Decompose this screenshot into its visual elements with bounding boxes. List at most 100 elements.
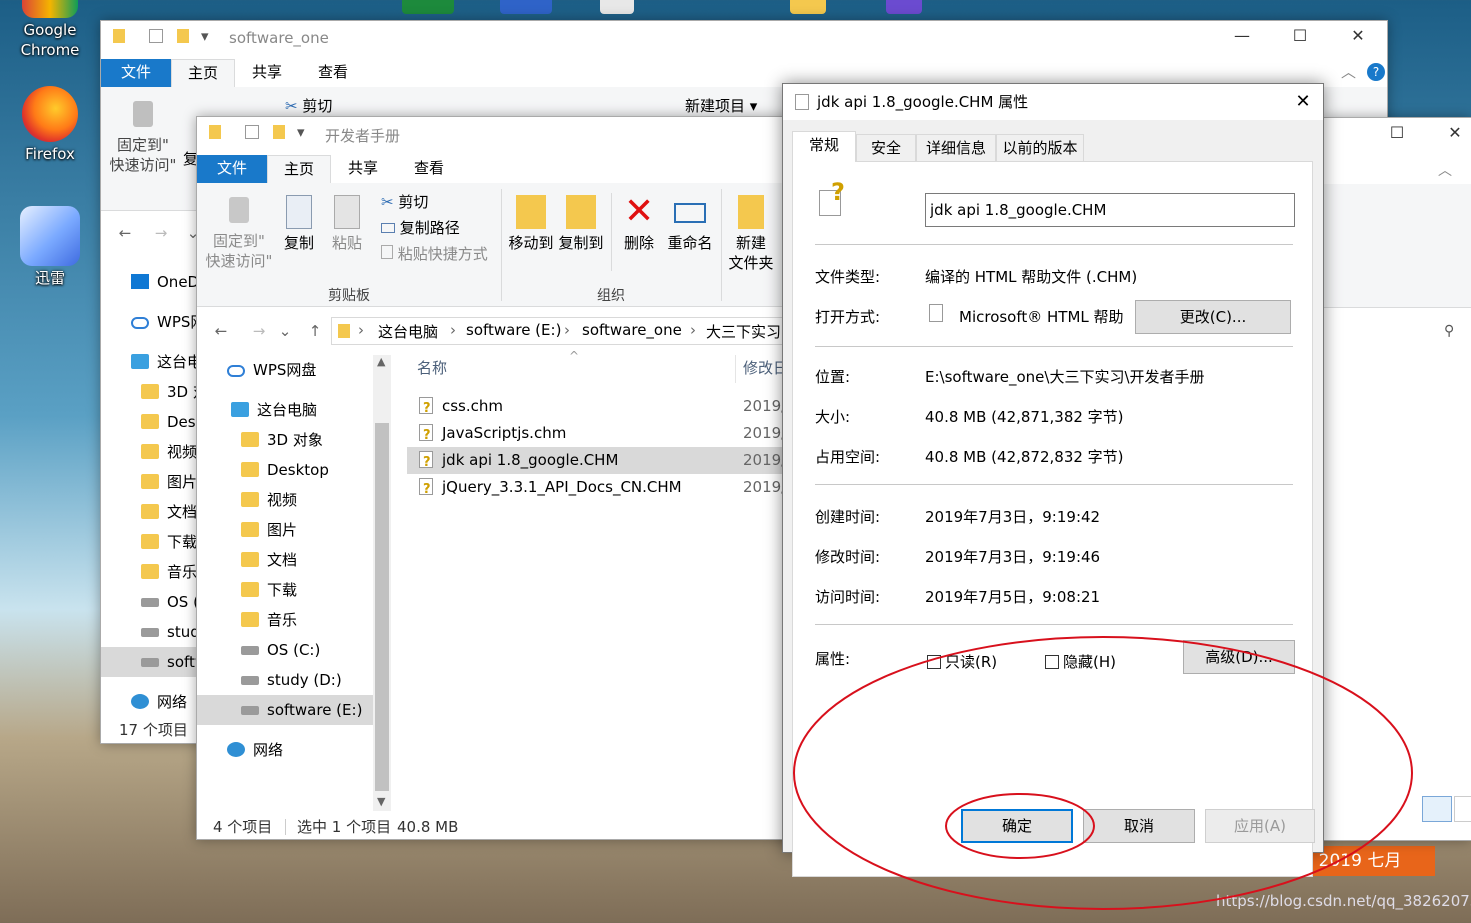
- desktop-icon-chrome[interactable]: Google Chrome: [6, 0, 94, 60]
- close-button[interactable]: ✕: [1432, 118, 1471, 150]
- up-arrow-icon[interactable]: ↑: [303, 317, 327, 345]
- maximize-button[interactable]: ☐: [1277, 21, 1323, 53]
- nav-item[interactable]: OS (C:): [241, 635, 320, 665]
- nav-item-selected[interactable]: softw: [101, 647, 207, 677]
- pin-quick-access-button[interactable]: 固定到" 快速访问": [201, 197, 277, 271]
- chevron-down-icon[interactable]: ▾: [297, 123, 305, 141]
- copy-path-button[interactable]: 复制路径: [381, 217, 460, 239]
- nav-item[interactable]: 视频: [241, 485, 297, 515]
- nav-item[interactable]: OneD: [131, 267, 199, 297]
- file-row[interactable]: css.chm 2019/: [407, 393, 796, 422]
- new-folder-icon[interactable]: [177, 29, 189, 43]
- breadcrumb-item[interactable]: 大三下实习: [706, 321, 781, 342]
- tab-view[interactable]: 查看: [301, 59, 365, 87]
- close-button[interactable]: ✕: [1335, 21, 1381, 53]
- nav-item[interactable]: 视频: [141, 437, 197, 467]
- properties-icon[interactable]: [245, 125, 259, 139]
- breadcrumb[interactable]: › 这台电脑 › software (E:) › software_one › …: [331, 317, 796, 345]
- nav-item[interactable]: 音乐: [141, 557, 197, 587]
- taskbar-app-icon[interactable]: [790, 0, 826, 14]
- tab-home[interactable]: 主页: [171, 59, 235, 87]
- nav-item[interactable]: stud: [141, 617, 200, 647]
- nav-item[interactable]: 下载: [241, 575, 297, 605]
- cut-button[interactable]: ✂ 剪切: [285, 95, 332, 117]
- scroll-thumb[interactable]: [375, 423, 389, 791]
- dialog-close-button[interactable]: ✕: [1281, 84, 1325, 120]
- nav-scrollbar[interactable]: ▲ ▼: [373, 355, 391, 811]
- copy-to-button[interactable]: 复制到: [557, 195, 605, 253]
- properties-icon[interactable]: [149, 29, 163, 43]
- help-icon[interactable]: ?: [1367, 63, 1385, 81]
- tab-home[interactable]: 主页: [267, 155, 331, 183]
- tab-file[interactable]: 文件: [197, 155, 267, 183]
- breadcrumb-item[interactable]: 这台电脑: [378, 321, 438, 342]
- details-view-button[interactable]: [1422, 796, 1452, 822]
- nav-item[interactable]: WPS网盘: [227, 355, 316, 385]
- tab-view[interactable]: 查看: [397, 155, 461, 183]
- paste-shortcut-button[interactable]: 粘贴快捷方式: [381, 243, 488, 265]
- nav-item[interactable]: 这台电脑: [231, 395, 317, 425]
- nav-item[interactable]: WPS网: [131, 307, 205, 337]
- nav-item[interactable]: 图片: [241, 515, 297, 545]
- search-icon[interactable]: ⚲: [1444, 323, 1454, 339]
- desktop-icon-xunlei[interactable]: 迅雷: [6, 206, 94, 288]
- taskbar-app-icon[interactable]: [886, 0, 922, 14]
- advanced-button[interactable]: 高级(D)...: [1183, 640, 1295, 674]
- readonly-checkbox[interactable]: 只读(R): [927, 651, 997, 672]
- column-header-name[interactable]: 名称: [417, 355, 447, 383]
- file-row[interactable]: JavaScriptjs.chm 2019/: [407, 420, 796, 449]
- tab-file[interactable]: 文件: [101, 59, 171, 87]
- scroll-up-icon[interactable]: ▲: [377, 355, 385, 368]
- collapse-ribbon-icon[interactable]: ︿: [1438, 160, 1452, 180]
- tab-security[interactable]: 安全: [856, 134, 916, 161]
- properties-dialog[interactable]: jdk api 1.8_google.CHM 属性 ✕ 常规 安全 详细信息 以…: [782, 83, 1325, 877]
- nav-item[interactable]: 网络: [131, 687, 187, 717]
- nav-item[interactable]: 音乐: [241, 605, 297, 635]
- back-arrow-icon[interactable]: ←: [209, 317, 233, 345]
- paste-button[interactable]: 粘贴: [327, 195, 367, 253]
- third-window-partial[interactable]: ☐ ✕ ︿ ⚲: [1323, 117, 1471, 841]
- large-icons-view-button[interactable]: [1454, 796, 1471, 822]
- checkbox-box[interactable]: [927, 655, 941, 669]
- tab-general[interactable]: 常规: [792, 131, 856, 162]
- tab-share[interactable]: 共享: [331, 155, 395, 183]
- taskbar-app-icon[interactable]: [500, 0, 552, 14]
- nav-item[interactable]: 文档: [141, 497, 197, 527]
- minimize-button[interactable]: —: [1219, 21, 1265, 53]
- tab-share[interactable]: 共享: [235, 59, 299, 87]
- copy-button[interactable]: 复: [183, 149, 198, 169]
- copy-button[interactable]: 复制: [279, 195, 319, 253]
- forward-arrow-icon[interactable]: →: [149, 219, 173, 247]
- nav-item[interactable]: Desktop: [241, 455, 329, 485]
- back-arrow-icon[interactable]: ←: [113, 219, 137, 247]
- tab-details[interactable]: 详细信息: [916, 134, 996, 161]
- forward-arrow-icon[interactable]: →: [247, 317, 271, 345]
- new-item-button[interactable]: 新建项目 ▾: [685, 95, 757, 117]
- rename-button[interactable]: 重命名: [665, 195, 715, 253]
- maximize-button[interactable]: ☐: [1374, 118, 1420, 150]
- delete-button[interactable]: ✕ 删除: [617, 194, 661, 253]
- file-row[interactable]: jQuery_3.3.1_API_Docs_CN.CHM 2019/: [407, 474, 796, 503]
- ok-button[interactable]: 确定: [961, 809, 1073, 843]
- breadcrumb-item[interactable]: software_one: [582, 321, 682, 339]
- nav-item[interactable]: OS (: [141, 587, 199, 617]
- scroll-down-icon[interactable]: ▼: [377, 795, 385, 808]
- cut-button[interactable]: ✂ 剪切: [381, 191, 428, 213]
- nav-item[interactable]: 文档: [241, 545, 297, 575]
- change-button[interactable]: 更改(C)...: [1135, 300, 1291, 334]
- pin-quick-access-button[interactable]: 固定到" 快速访问": [109, 101, 177, 175]
- desktop-icon-firefox[interactable]: Firefox: [6, 86, 94, 164]
- nav-item[interactable]: 3D 对象: [241, 425, 323, 455]
- new-folder-button[interactable]: 新建 文件夹: [725, 195, 777, 273]
- cancel-button[interactable]: 取消: [1083, 809, 1195, 843]
- breadcrumb-item[interactable]: software (E:): [466, 321, 561, 339]
- chevron-down-icon[interactable]: ▾: [201, 27, 209, 45]
- taskbar-app-icon[interactable]: [600, 0, 634, 14]
- checkbox-box[interactable]: [1045, 655, 1059, 669]
- collapse-ribbon-icon[interactable]: ︿: [1341, 61, 1356, 82]
- explorer-window[interactable]: ▾ 开发者手册 文件 主页 共享 查看 固定到" 快速访问" 复制 粘贴 ✂ 剪…: [196, 116, 796, 840]
- nav-item-selected[interactable]: software (E:): [197, 695, 373, 725]
- apply-button[interactable]: 应用(A): [1205, 809, 1315, 843]
- nav-item[interactable]: 图片: [141, 467, 197, 497]
- new-folder-icon[interactable]: [273, 125, 285, 139]
